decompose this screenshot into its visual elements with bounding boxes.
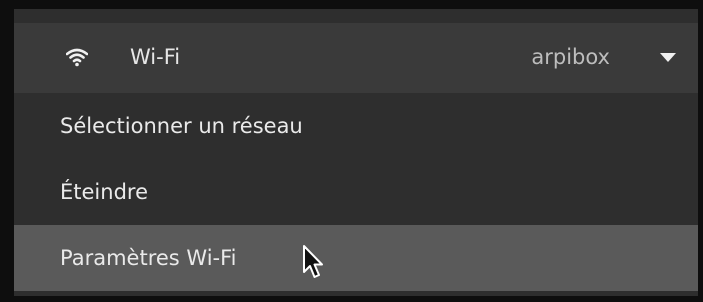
menu-item-label: Sélectionner un réseau (60, 114, 303, 138)
network-name: arpibox (531, 45, 610, 69)
chevron-down-icon[interactable] (660, 53, 676, 63)
menu-item-turn-off[interactable]: Éteindre (14, 159, 698, 225)
menu-item-label: Éteindre (60, 180, 148, 204)
menu-item-select-network[interactable]: Sélectionner un réseau (14, 93, 698, 159)
menu-item-wifi-settings[interactable]: Paramètres Wi-Fi (14, 225, 698, 291)
wifi-icon (66, 48, 88, 67)
system-menu-popover: Wi-Fi arpibox Sélectionner un réseau Éte… (14, 9, 698, 296)
wifi-label: Wi-Fi (130, 45, 181, 69)
menu-item-label: Paramètres Wi-Fi (60, 246, 237, 270)
wifi-submenu-header[interactable]: Wi-Fi arpibox (14, 23, 698, 93)
mouse-pointer-icon (303, 245, 323, 278)
wifi-submenu: Sélectionner un réseau Éteindre Paramètr… (14, 93, 698, 291)
